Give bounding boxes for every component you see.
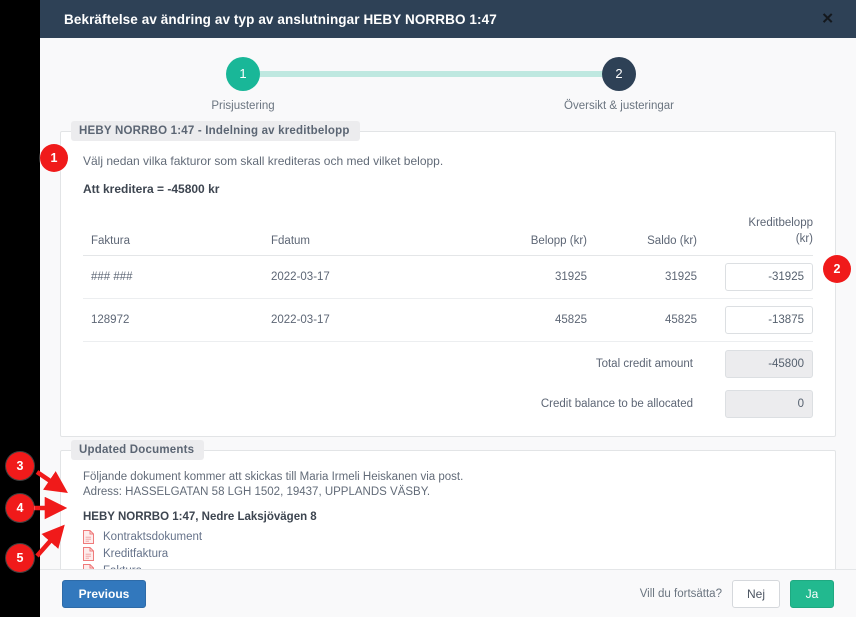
step-1-label: Prisjustering	[211, 100, 275, 112]
document-link-list: Kontraktsdokument Kreditfaktura	[83, 530, 813, 569]
list-item: Kreditfaktura	[83, 547, 813, 562]
credit-total-to-credit: Att kreditera = -45800 kr	[83, 182, 220, 196]
dialog-footer: Previous Vill du fortsätta? Nej Ja	[40, 569, 856, 617]
step-2-label: Översikt & justeringar	[564, 100, 674, 112]
column-header-kreditbelopp: Kreditbelopp (kr)	[705, 210, 813, 257]
cell-fdatum: 2022-03-17	[263, 255, 493, 300]
kreditbelopp-input-row-1[interactable]	[725, 263, 813, 292]
cell-saldo: 31925	[595, 255, 705, 300]
cell-kreditbelopp	[705, 298, 813, 343]
column-header-fdatum: Fdatum	[263, 210, 493, 257]
dialog-title: Bekräftelse av ändring av typ av anslutn…	[64, 11, 497, 27]
cell-fdatum: 2022-03-17	[263, 298, 493, 343]
annotation-marker-1: 1	[40, 144, 68, 172]
column-header-saldo: Saldo (kr)	[595, 210, 705, 257]
dialog-header: Bekräftelse av ändring av typ av anslutn…	[40, 0, 856, 38]
stepper-step-oversikt[interactable]: 2 Översikt & justeringar	[549, 50, 689, 112]
confirmation-dialog: Bekräftelse av ändring av typ av anslutn…	[40, 0, 856, 617]
total-credit-amount-label: Total credit amount	[595, 358, 693, 371]
summary-row-credit-balance: Credit balance to be allocated	[83, 382, 813, 422]
cell-belopp: 31925	[493, 255, 595, 300]
column-header-faktura: Faktura	[83, 210, 263, 257]
documents-address-line: Adress: HASSELGATAN 58 LGH 1502, 19437, …	[83, 486, 431, 499]
yes-button[interactable]: Ja	[790, 579, 834, 608]
documents-recipient-line: Följande dokument kommer att skickas til…	[83, 471, 464, 484]
cell-faktura: 128972	[83, 298, 263, 343]
table-row: 128972 2022-03-17 45825 45825	[83, 298, 813, 343]
step-2-number: 2	[602, 57, 636, 91]
previous-button[interactable]: Previous	[62, 579, 146, 608]
invoice-credit-table: Faktura Fdatum Belopp (kr) Saldo (kr) Kr…	[83, 210, 813, 422]
pdf-file-icon	[83, 530, 94, 545]
updated-documents-panel: Updated Documents Följande dokument komm…	[60, 440, 836, 569]
wizard-stepper: 1 Prisjustering 2 Översikt & justeringar	[60, 50, 836, 118]
footer-actions: Vill du fortsätta? Nej Ja	[639, 579, 834, 608]
table-row: ### ### 2022-03-17 31925 31925	[83, 255, 813, 300]
continue-question-label: Vill du fortsätta?	[639, 587, 722, 600]
total-credit-amount-value	[725, 350, 813, 379]
total-credit-amount-cell	[705, 342, 813, 383]
cell-faktura: ### ###	[83, 255, 263, 300]
column-header-belopp: Belopp (kr)	[493, 210, 595, 257]
documents-panel-legend: Updated Documents	[71, 440, 205, 461]
close-icon[interactable]: ✕	[817, 10, 838, 29]
step-1-number: 1	[226, 57, 260, 91]
credit-panel-legend: HEBY NORRBO 1:47 - Indelning av kreditbe…	[71, 121, 360, 141]
cell-saldo: 45825	[595, 298, 705, 343]
credit-allocation-panel: HEBY NORRBO 1:47 - Indelning av kreditbe…	[60, 121, 836, 438]
annotation-marker-5: 5	[6, 544, 34, 572]
cell-belopp: 45825	[493, 298, 595, 343]
kreditbelopp-input-row-2[interactable]	[725, 306, 813, 335]
table-header-row: Faktura Fdatum Belopp (kr) Saldo (kr) Kr…	[83, 210, 813, 257]
summary-row-total-credit: Total credit amount	[83, 342, 813, 383]
dialog-body: 1 Prisjustering 2 Översikt & justeringar…	[40, 38, 856, 569]
no-button[interactable]: Nej	[731, 579, 780, 608]
credit-panel-intro: Välj nedan vilka fakturor som skall kred…	[83, 154, 444, 168]
annotation-marker-2: 2	[823, 255, 851, 283]
column-header-kreditbelopp-line1: Kreditbelopp	[748, 217, 813, 229]
document-link-kreditfaktura[interactable]: Kreditfaktura	[103, 548, 168, 560]
column-header-kreditbelopp-line2: (kr)	[795, 232, 813, 245]
annotation-marker-4: 4	[6, 494, 34, 522]
credit-balance-value	[725, 390, 813, 419]
document-link-kontraktsdokument[interactable]: Kontraktsdokument	[103, 531, 202, 543]
pdf-file-icon	[83, 547, 94, 562]
documents-property-subheading: HEBY NORRBO 1:47, Nedre Laksjövägen 8	[83, 511, 317, 524]
credit-balance-cell	[705, 382, 813, 422]
list-item: Kontraktsdokument	[83, 530, 813, 545]
cell-kreditbelopp	[705, 255, 813, 300]
credit-balance-label: Credit balance to be allocated	[540, 398, 693, 411]
stepper-step-prisjustering[interactable]: 1 Prisjustering	[173, 50, 313, 112]
annotation-marker-3: 3	[6, 452, 34, 480]
